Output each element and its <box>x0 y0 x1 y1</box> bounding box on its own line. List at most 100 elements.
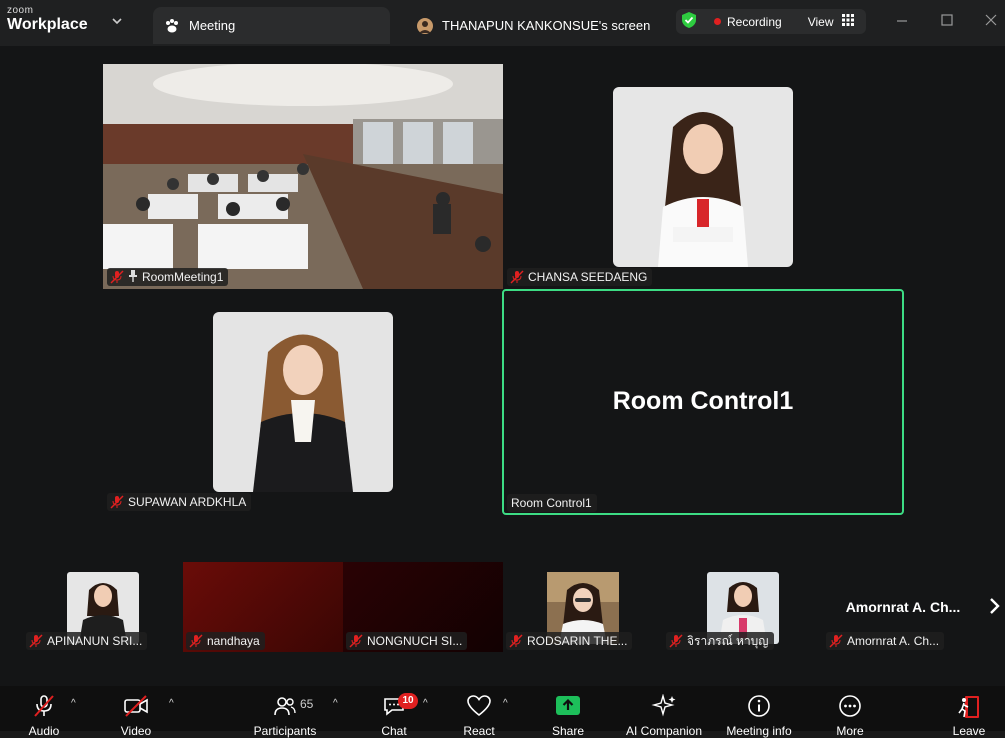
meeting-info-label: Meeting info <box>726 724 792 738</box>
tab-label: THANAPUN KANKONSUE's screen <box>442 18 651 33</box>
minimize-icon[interactable] <box>896 13 908 29</box>
mic-muted-icon <box>29 634 43 648</box>
profile-photo <box>613 87 793 267</box>
participant-name: nandhaya <box>207 634 260 648</box>
app-logo: zoom Workplace <box>7 6 88 33</box>
participant-name-label: Room Control1 <box>507 494 597 512</box>
mic-off-icon <box>32 695 56 721</box>
participant-name: APINANUN SRI... <box>47 634 143 648</box>
title-bar: zoom Workplace Meeting THANAPUN KANKONSU… <box>0 0 1005 46</box>
chat-options-caret[interactable]: ^ <box>423 698 428 709</box>
participant-display-name: Amornrat A. Ch... <box>845 599 961 615</box>
sparkle-icon <box>651 693 677 721</box>
chat-bubble-icon <box>382 698 406 721</box>
status-pill: Recording View <box>676 9 866 34</box>
chat-unread-badge: 10 <box>398 693 418 709</box>
view-label[interactable]: View <box>808 15 834 29</box>
info-icon <box>747 695 771 721</box>
participants-button[interactable]: Participants <box>254 694 316 738</box>
participant-name: CHANSA SEEDAENG <box>528 270 648 284</box>
share-label: Share <box>551 724 585 738</box>
video-off-icon <box>123 695 149 721</box>
more-dots-icon <box>838 695 862 721</box>
mic-muted-icon <box>509 634 523 648</box>
profile-photo <box>213 312 393 492</box>
paw-icon <box>163 17 181 35</box>
participant-name-label: APINANUN SRI... <box>26 632 148 650</box>
react-options-caret[interactable]: ^ <box>503 698 508 709</box>
recording-label[interactable]: Recording <box>727 15 782 29</box>
participant-name-label: จิราภรณ์ หาบุญ <box>666 632 774 650</box>
close-icon[interactable] <box>985 13 997 29</box>
share-button[interactable]: Share <box>552 694 584 738</box>
tab-shared-screen[interactable]: THANAPUN KANKONSUE's screen <box>413 7 653 44</box>
leave-label: Leave <box>952 724 986 738</box>
participant-name: RODSARIN THE... <box>527 634 628 648</box>
pin-icon <box>128 269 138 285</box>
participant-name-label: RoomMeeting1 <box>107 268 229 286</box>
people-icon <box>273 697 297 721</box>
participant-name-label: Amornrat A. Ch... <box>826 632 945 650</box>
react-button[interactable]: React <box>463 694 495 738</box>
participant-name-label: NONGNUCH SI... <box>346 632 468 650</box>
participants-label: Participants <box>253 724 317 738</box>
tab-meeting[interactable]: Meeting <box>153 7 390 44</box>
participant-name: NONGNUCH SI... <box>367 634 463 648</box>
meeting-info-button[interactable]: Meeting info <box>726 694 792 738</box>
participant-name: Room Control1 <box>511 496 592 510</box>
strip-tile-rodsarin[interactable]: RODSARIN THE... <box>503 562 663 652</box>
leave-button[interactable]: Leave <box>953 694 985 738</box>
brand-small: zoom <box>7 5 34 16</box>
ai-companion-label: AI Companion <box>625 724 703 738</box>
meeting-toolbar: Audio ^ Video ^ Participants 65 ^ Chat 1… <box>0 686 1005 738</box>
brand-name: Workplace <box>7 16 88 33</box>
participant-name: จิราภรณ์ หาบุญ <box>687 633 769 648</box>
participant-name: SUPAWAN ARDKHLA <box>128 495 247 509</box>
mic-muted-icon <box>189 634 203 648</box>
video-tile-chansa[interactable]: CHANSA SEEDAENG <box>503 64 903 289</box>
video-stage: RoomMeeting1 CHANSA SEEDAENG SUPAWAN ARD… <box>0 46 1005 686</box>
more-button[interactable]: More <box>836 694 864 738</box>
chevron-right-icon[interactable] <box>989 597 1001 620</box>
more-label: More <box>836 724 864 738</box>
video-tile-supawan[interactable]: SUPAWAN ARDKHLA <box>103 289 503 514</box>
chat-label: Chat <box>381 724 407 738</box>
mic-muted-icon <box>829 634 843 648</box>
video-button[interactable]: Video <box>120 694 152 738</box>
grid-icon[interactable] <box>841 14 854 29</box>
participants-options-caret[interactable]: ^ <box>333 698 338 709</box>
tab-label: Meeting <box>189 18 236 33</box>
mic-muted-icon <box>349 634 363 648</box>
audio-label: Audio <box>28 724 60 738</box>
mic-muted-icon <box>110 270 124 284</box>
mic-muted-icon <box>510 270 524 284</box>
strip-tile-nongnuch[interactable]: NONGNUCH SI... <box>343 562 503 652</box>
strip-tile-apinanun[interactable]: APINANUN SRI... <box>23 562 183 652</box>
participant-name-label: nandhaya <box>186 632 265 650</box>
mic-muted-icon <box>669 634 683 648</box>
maximize-icon[interactable] <box>941 13 953 29</box>
participant-name: RoomMeeting1 <box>142 270 224 284</box>
recording-dot-icon <box>714 18 721 25</box>
participant-name-label: CHANSA SEEDAENG <box>507 268 653 286</box>
ai-companion-button[interactable]: AI Companion <box>626 693 702 738</box>
chevron-down-icon[interactable] <box>112 14 122 28</box>
audio-button[interactable]: Audio <box>28 694 60 738</box>
video-label: Video <box>120 724 152 738</box>
participant-name: Amornrat A. Ch... <box>847 634 940 648</box>
audio-options-caret[interactable]: ^ <box>71 698 76 709</box>
heart-icon <box>466 695 492 721</box>
share-screen-icon <box>555 696 581 721</box>
video-options-caret[interactable]: ^ <box>169 698 174 709</box>
strip-tile-nandhaya[interactable]: nandhaya <box>183 562 343 652</box>
strip-tile-amornrat[interactable]: Amornrat A. Ch... Amornrat A. Ch... <box>823 562 983 652</box>
video-tile-room-control-active[interactable]: Room Control1 Room Control1 <box>502 289 904 515</box>
strip-tile-jiraporn[interactable]: จิราภรณ์ หาบุญ <box>663 562 823 652</box>
participant-display-name: Room Control1 <box>612 387 794 415</box>
avatar-icon <box>416 17 434 35</box>
participant-name-label: SUPAWAN ARDKHLA <box>107 493 252 511</box>
react-label: React <box>463 724 495 738</box>
video-tile-room-meeting[interactable]: RoomMeeting1 <box>103 64 503 289</box>
shield-check-icon[interactable] <box>680 11 698 32</box>
participants-count: 65 <box>300 697 314 711</box>
